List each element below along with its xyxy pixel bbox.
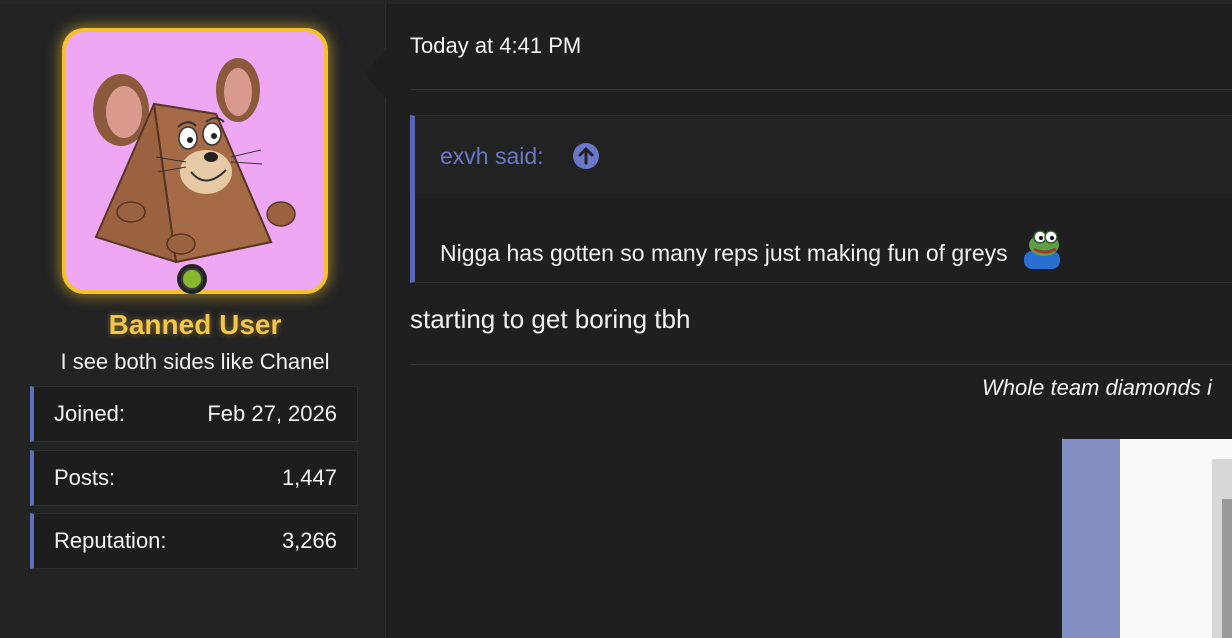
arrow-up-circle-icon[interactable] — [572, 142, 600, 170]
signature-text: Whole team diamonds i — [982, 375, 1212, 400]
pepe-emoji-icon — [1024, 230, 1061, 269]
stat-reputation: Reputation: 3,266 — [30, 513, 358, 569]
stat-value: Feb 27, 2026 — [207, 401, 337, 426]
quote-text-content: Nigga has gotten so many reps just makin… — [440, 240, 1008, 266]
signature-divider — [410, 364, 1232, 365]
stat-label: Reputation: — [54, 528, 167, 553]
mouse-avatar-image — [93, 58, 296, 264]
post-body: starting to get boring tbh — [410, 304, 691, 334]
quote-text: Nigga has gotten so many reps just makin… — [440, 229, 1064, 269]
online-status-indicator — [177, 264, 207, 294]
username[interactable]: Banned User — [0, 309, 390, 341]
post-pointer-arrow — [364, 50, 386, 98]
quote-header: exvh said: — [415, 116, 1232, 194]
user-panel: Banned User I see both sides like Chanel… — [0, 4, 386, 638]
user-title: I see both sides like Chanel — [60, 349, 330, 374]
stat-label: Joined: — [54, 401, 125, 426]
signature-picture — [1062, 439, 1232, 638]
avatar[interactable] — [66, 32, 324, 290]
stat-joined: Joined: Feb 27, 2026 — [30, 386, 358, 442]
stat-value: 1,447 — [281, 465, 337, 490]
quote-author-link[interactable]: exvh said: — [440, 143, 544, 170]
divider — [410, 89, 1232, 90]
quote-block: exvh said: Nigga has gotten so many reps… — [410, 115, 1232, 283]
stat-value: 3,266 — [281, 528, 337, 553]
signature-image — [1062, 439, 1232, 638]
stat-posts: Posts: 1,447 — [30, 450, 358, 506]
post-timestamp[interactable]: Today at 4:41 PM — [410, 33, 581, 59]
stat-label: Posts: — [54, 465, 116, 490]
